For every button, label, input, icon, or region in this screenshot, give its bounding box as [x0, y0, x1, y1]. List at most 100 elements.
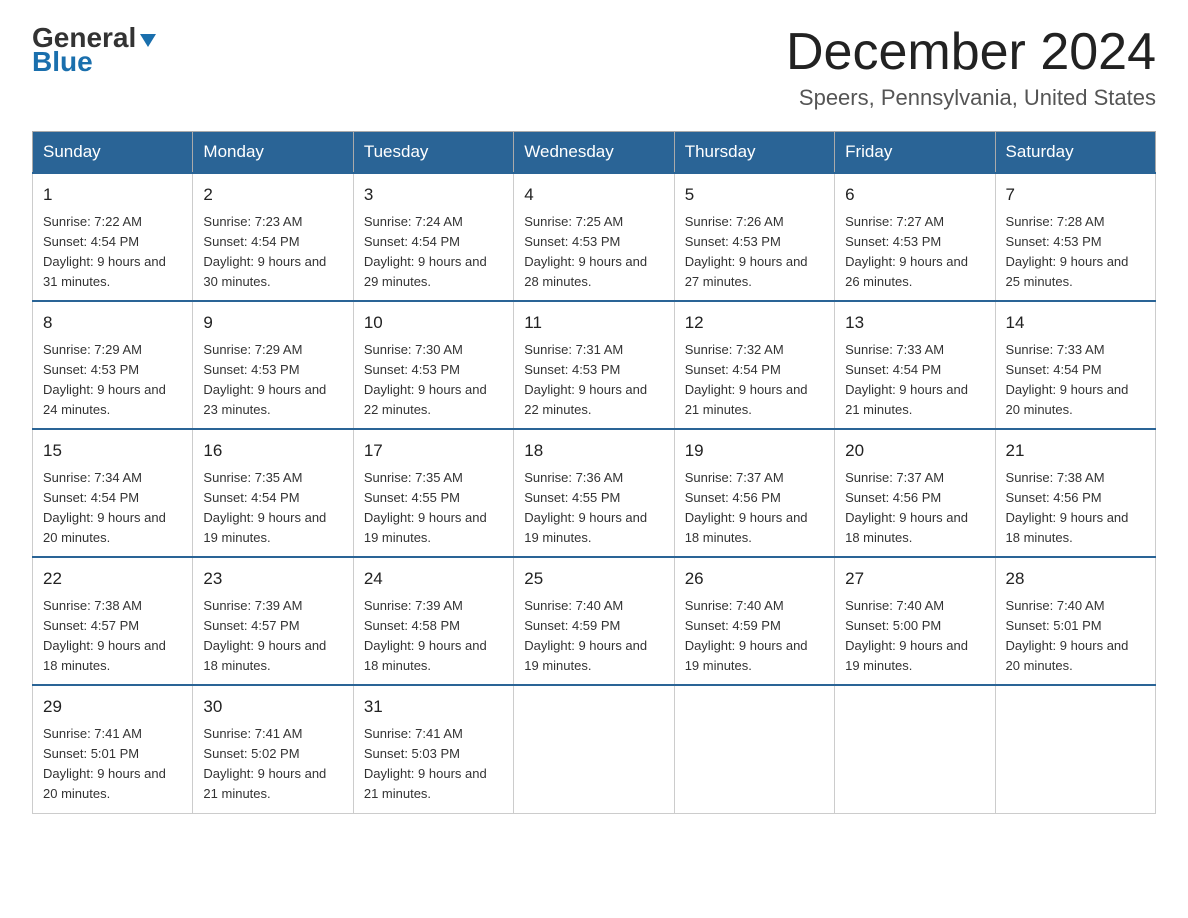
- calendar-cell: 25 Sunrise: 7:40 AMSunset: 4:59 PMDayligh…: [514, 557, 674, 685]
- day-info: Sunrise: 7:32 AMSunset: 4:54 PMDaylight:…: [685, 340, 824, 421]
- day-number: 8: [43, 310, 182, 336]
- day-info: Sunrise: 7:35 AMSunset: 4:55 PMDaylight:…: [364, 468, 503, 549]
- day-info: Sunrise: 7:34 AMSunset: 4:54 PMDaylight:…: [43, 468, 182, 549]
- calendar-cell: 20 Sunrise: 7:37 AMSunset: 4:56 PMDayligh…: [835, 429, 995, 557]
- day-info: Sunrise: 7:31 AMSunset: 4:53 PMDaylight:…: [524, 340, 663, 421]
- day-info: Sunrise: 7:40 AMSunset: 5:00 PMDaylight:…: [845, 596, 984, 677]
- day-number: 3: [364, 182, 503, 208]
- calendar-table: Sunday Monday Tuesday Wednesday Thursday…: [32, 131, 1156, 813]
- day-number: 15: [43, 438, 182, 464]
- day-info: Sunrise: 7:41 AMSunset: 5:03 PMDaylight:…: [364, 724, 503, 805]
- calendar-cell: 8 Sunrise: 7:29 AMSunset: 4:53 PMDaylight…: [33, 301, 193, 429]
- calendar-cell: 10 Sunrise: 7:30 AMSunset: 4:53 PMDayligh…: [353, 301, 513, 429]
- day-info: Sunrise: 7:29 AMSunset: 4:53 PMDaylight:…: [203, 340, 342, 421]
- day-number: 21: [1006, 438, 1145, 464]
- calendar-cell: 7 Sunrise: 7:28 AMSunset: 4:53 PMDaylight…: [995, 173, 1155, 301]
- day-info: Sunrise: 7:37 AMSunset: 4:56 PMDaylight:…: [845, 468, 984, 549]
- calendar-cell: 11 Sunrise: 7:31 AMSunset: 4:53 PMDayligh…: [514, 301, 674, 429]
- col-wednesday: Wednesday: [514, 132, 674, 174]
- day-number: 11: [524, 310, 663, 336]
- day-info: Sunrise: 7:41 AMSunset: 5:01 PMDaylight:…: [43, 724, 182, 805]
- location-subtitle: Speers, Pennsylvania, United States: [786, 85, 1156, 111]
- calendar-cell: 28 Sunrise: 7:40 AMSunset: 5:01 PMDayligh…: [995, 557, 1155, 685]
- calendar-cell: 22 Sunrise: 7:38 AMSunset: 4:57 PMDayligh…: [33, 557, 193, 685]
- day-number: 22: [43, 566, 182, 592]
- day-number: 18: [524, 438, 663, 464]
- day-info: Sunrise: 7:35 AMSunset: 4:54 PMDaylight:…: [203, 468, 342, 549]
- day-number: 14: [1006, 310, 1145, 336]
- week-row-2: 8 Sunrise: 7:29 AMSunset: 4:53 PMDaylight…: [33, 301, 1156, 429]
- calendar-cell: 2 Sunrise: 7:23 AMSunset: 4:54 PMDaylight…: [193, 173, 353, 301]
- day-number: 29: [43, 694, 182, 720]
- week-row-3: 15 Sunrise: 7:34 AMSunset: 4:54 PMDayligh…: [33, 429, 1156, 557]
- day-number: 26: [685, 566, 824, 592]
- day-number: 13: [845, 310, 984, 336]
- day-number: 12: [685, 310, 824, 336]
- day-info: Sunrise: 7:40 AMSunset: 4:59 PMDaylight:…: [685, 596, 824, 677]
- col-sunday: Sunday: [33, 132, 193, 174]
- calendar-cell: 21Sunrise: 7:38 AMSunset: 4:56 PMDayligh…: [995, 429, 1155, 557]
- day-number: 31: [364, 694, 503, 720]
- day-info: Sunrise: 7:33 AMSunset: 4:54 PMDaylight:…: [1006, 340, 1145, 421]
- day-info: Sunrise: 7:23 AMSunset: 4:54 PMDaylight:…: [203, 212, 342, 293]
- calendar-cell: 31 Sunrise: 7:41 AMSunset: 5:03 PMDayligh…: [353, 685, 513, 813]
- day-number: 30: [203, 694, 342, 720]
- calendar-cell: 27 Sunrise: 7:40 AMSunset: 5:00 PMDayligh…: [835, 557, 995, 685]
- day-number: 1: [43, 182, 182, 208]
- day-number: 20: [845, 438, 984, 464]
- week-row-4: 22 Sunrise: 7:38 AMSunset: 4:57 PMDayligh…: [33, 557, 1156, 685]
- day-info: Sunrise: 7:30 AMSunset: 4:53 PMDaylight:…: [364, 340, 503, 421]
- calendar-cell: 14 Sunrise: 7:33 AMSunset: 4:54 PMDayligh…: [995, 301, 1155, 429]
- calendar-cell: [995, 685, 1155, 813]
- logo-arrow-icon: [138, 30, 158, 50]
- calendar-cell: 26 Sunrise: 7:40 AMSunset: 4:59 PMDayligh…: [674, 557, 834, 685]
- calendar-cell: [835, 685, 995, 813]
- day-info: Sunrise: 7:40 AMSunset: 5:01 PMDaylight:…: [1006, 596, 1145, 677]
- day-info: Sunrise: 7:24 AMSunset: 4:54 PMDaylight:…: [364, 212, 503, 293]
- calendar-cell: [674, 685, 834, 813]
- col-friday: Friday: [835, 132, 995, 174]
- day-info: Sunrise: 7:29 AMSunset: 4:53 PMDaylight:…: [43, 340, 182, 421]
- day-info: Sunrise: 7:28 AMSunset: 4:53 PMDaylight:…: [1006, 212, 1145, 293]
- calendar-cell: 13 Sunrise: 7:33 AMSunset: 4:54 PMDayligh…: [835, 301, 995, 429]
- calendar-cell: 3 Sunrise: 7:24 AMSunset: 4:54 PMDaylight…: [353, 173, 513, 301]
- day-info: Sunrise: 7:33 AMSunset: 4:54 PMDaylight:…: [845, 340, 984, 421]
- day-number: 6: [845, 182, 984, 208]
- calendar-cell: 29 Sunrise: 7:41 AMSunset: 5:01 PMDayligh…: [33, 685, 193, 813]
- calendar-cell: 16 Sunrise: 7:35 AMSunset: 4:54 PMDayligh…: [193, 429, 353, 557]
- header-row: Sunday Monday Tuesday Wednesday Thursday…: [33, 132, 1156, 174]
- day-number: 27: [845, 566, 984, 592]
- day-info: Sunrise: 7:41 AMSunset: 5:02 PMDaylight:…: [203, 724, 342, 805]
- col-saturday: Saturday: [995, 132, 1155, 174]
- day-number: 23: [203, 566, 342, 592]
- day-info: Sunrise: 7:27 AMSunset: 4:53 PMDaylight:…: [845, 212, 984, 293]
- day-number: 7: [1006, 182, 1145, 208]
- week-row-1: 1 Sunrise: 7:22 AMSunset: 4:54 PMDaylight…: [33, 173, 1156, 301]
- calendar-cell: 18 Sunrise: 7:36 AMSunset: 4:55 PMDayligh…: [514, 429, 674, 557]
- logo-blue-text: Blue: [32, 48, 93, 76]
- day-number: 10: [364, 310, 503, 336]
- day-info: Sunrise: 7:40 AMSunset: 4:59 PMDaylight:…: [524, 596, 663, 677]
- calendar-cell: 9 Sunrise: 7:29 AMSunset: 4:53 PMDaylight…: [193, 301, 353, 429]
- day-number: 24: [364, 566, 503, 592]
- day-number: 9: [203, 310, 342, 336]
- calendar-cell: 4Sunrise: 7:25 AMSunset: 4:53 PMDaylight…: [514, 173, 674, 301]
- day-info: Sunrise: 7:38 AMSunset: 4:57 PMDaylight:…: [43, 596, 182, 677]
- calendar-cell: 17 Sunrise: 7:35 AMSunset: 4:55 PMDayligh…: [353, 429, 513, 557]
- col-tuesday: Tuesday: [353, 132, 513, 174]
- day-info: Sunrise: 7:36 AMSunset: 4:55 PMDaylight:…: [524, 468, 663, 549]
- day-number: 25: [524, 566, 663, 592]
- logo: General Blue: [32, 24, 158, 76]
- day-info: Sunrise: 7:37 AMSunset: 4:56 PMDaylight:…: [685, 468, 824, 549]
- col-monday: Monday: [193, 132, 353, 174]
- day-number: 28: [1006, 566, 1145, 592]
- day-info: Sunrise: 7:39 AMSunset: 4:58 PMDaylight:…: [364, 596, 503, 677]
- day-number: 16: [203, 438, 342, 464]
- calendar-cell: 30 Sunrise: 7:41 AMSunset: 5:02 PMDayligh…: [193, 685, 353, 813]
- day-info: Sunrise: 7:25 AMSunset: 4:53 PMDaylight:…: [524, 212, 663, 293]
- calendar-cell: 23Sunrise: 7:39 AMSunset: 4:57 PMDayligh…: [193, 557, 353, 685]
- day-info: Sunrise: 7:22 AMSunset: 4:54 PMDaylight:…: [43, 212, 182, 293]
- day-number: 17: [364, 438, 503, 464]
- day-number: 2: [203, 182, 342, 208]
- week-row-5: 29 Sunrise: 7:41 AMSunset: 5:01 PMDayligh…: [33, 685, 1156, 813]
